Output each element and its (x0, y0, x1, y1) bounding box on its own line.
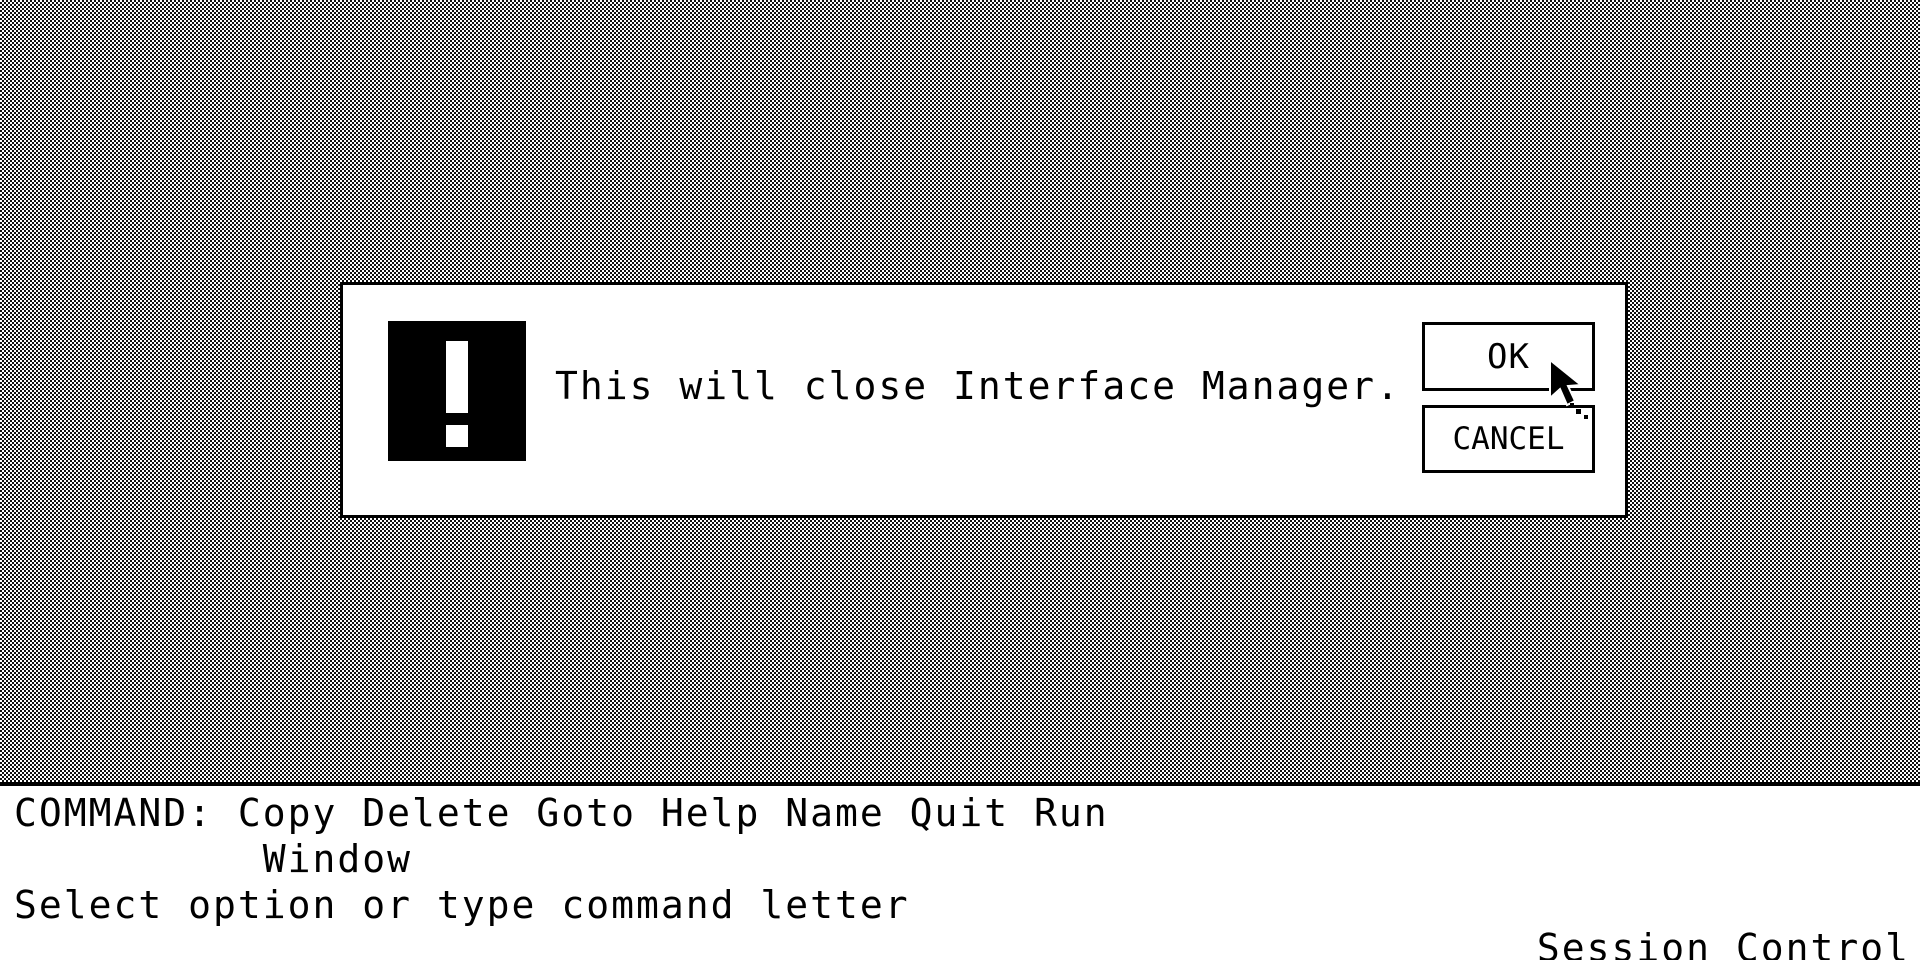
exclamation-stem (446, 341, 468, 413)
dialog-message-text: This will close Interface Manager. (555, 364, 1401, 408)
close-confirmation-dialog: This will close Interface Manager. OK CA… (340, 282, 1628, 518)
ok-button[interactable]: OK (1422, 322, 1595, 391)
command-menu-line-1[interactable]: COMMAND: Copy Delete Goto Help Name Quit… (14, 794, 1109, 832)
command-prompt-text: Select option or type command letter (14, 883, 910, 927)
screen: This will close Interface Manager. OK CA… (0, 0, 1920, 960)
status-session-control: Session Control (1536, 926, 1910, 960)
command-menu-line-2[interactable]: Window (14, 840, 412, 878)
dialog-button-group: OK CANCEL (1422, 322, 1595, 473)
cancel-button[interactable]: CANCEL (1422, 405, 1595, 473)
exclamation-alert-icon (388, 321, 526, 461)
exclamation-dot (446, 425, 468, 447)
command-bar: COMMAND: Copy Delete Goto Help Name Quit… (0, 786, 1920, 960)
